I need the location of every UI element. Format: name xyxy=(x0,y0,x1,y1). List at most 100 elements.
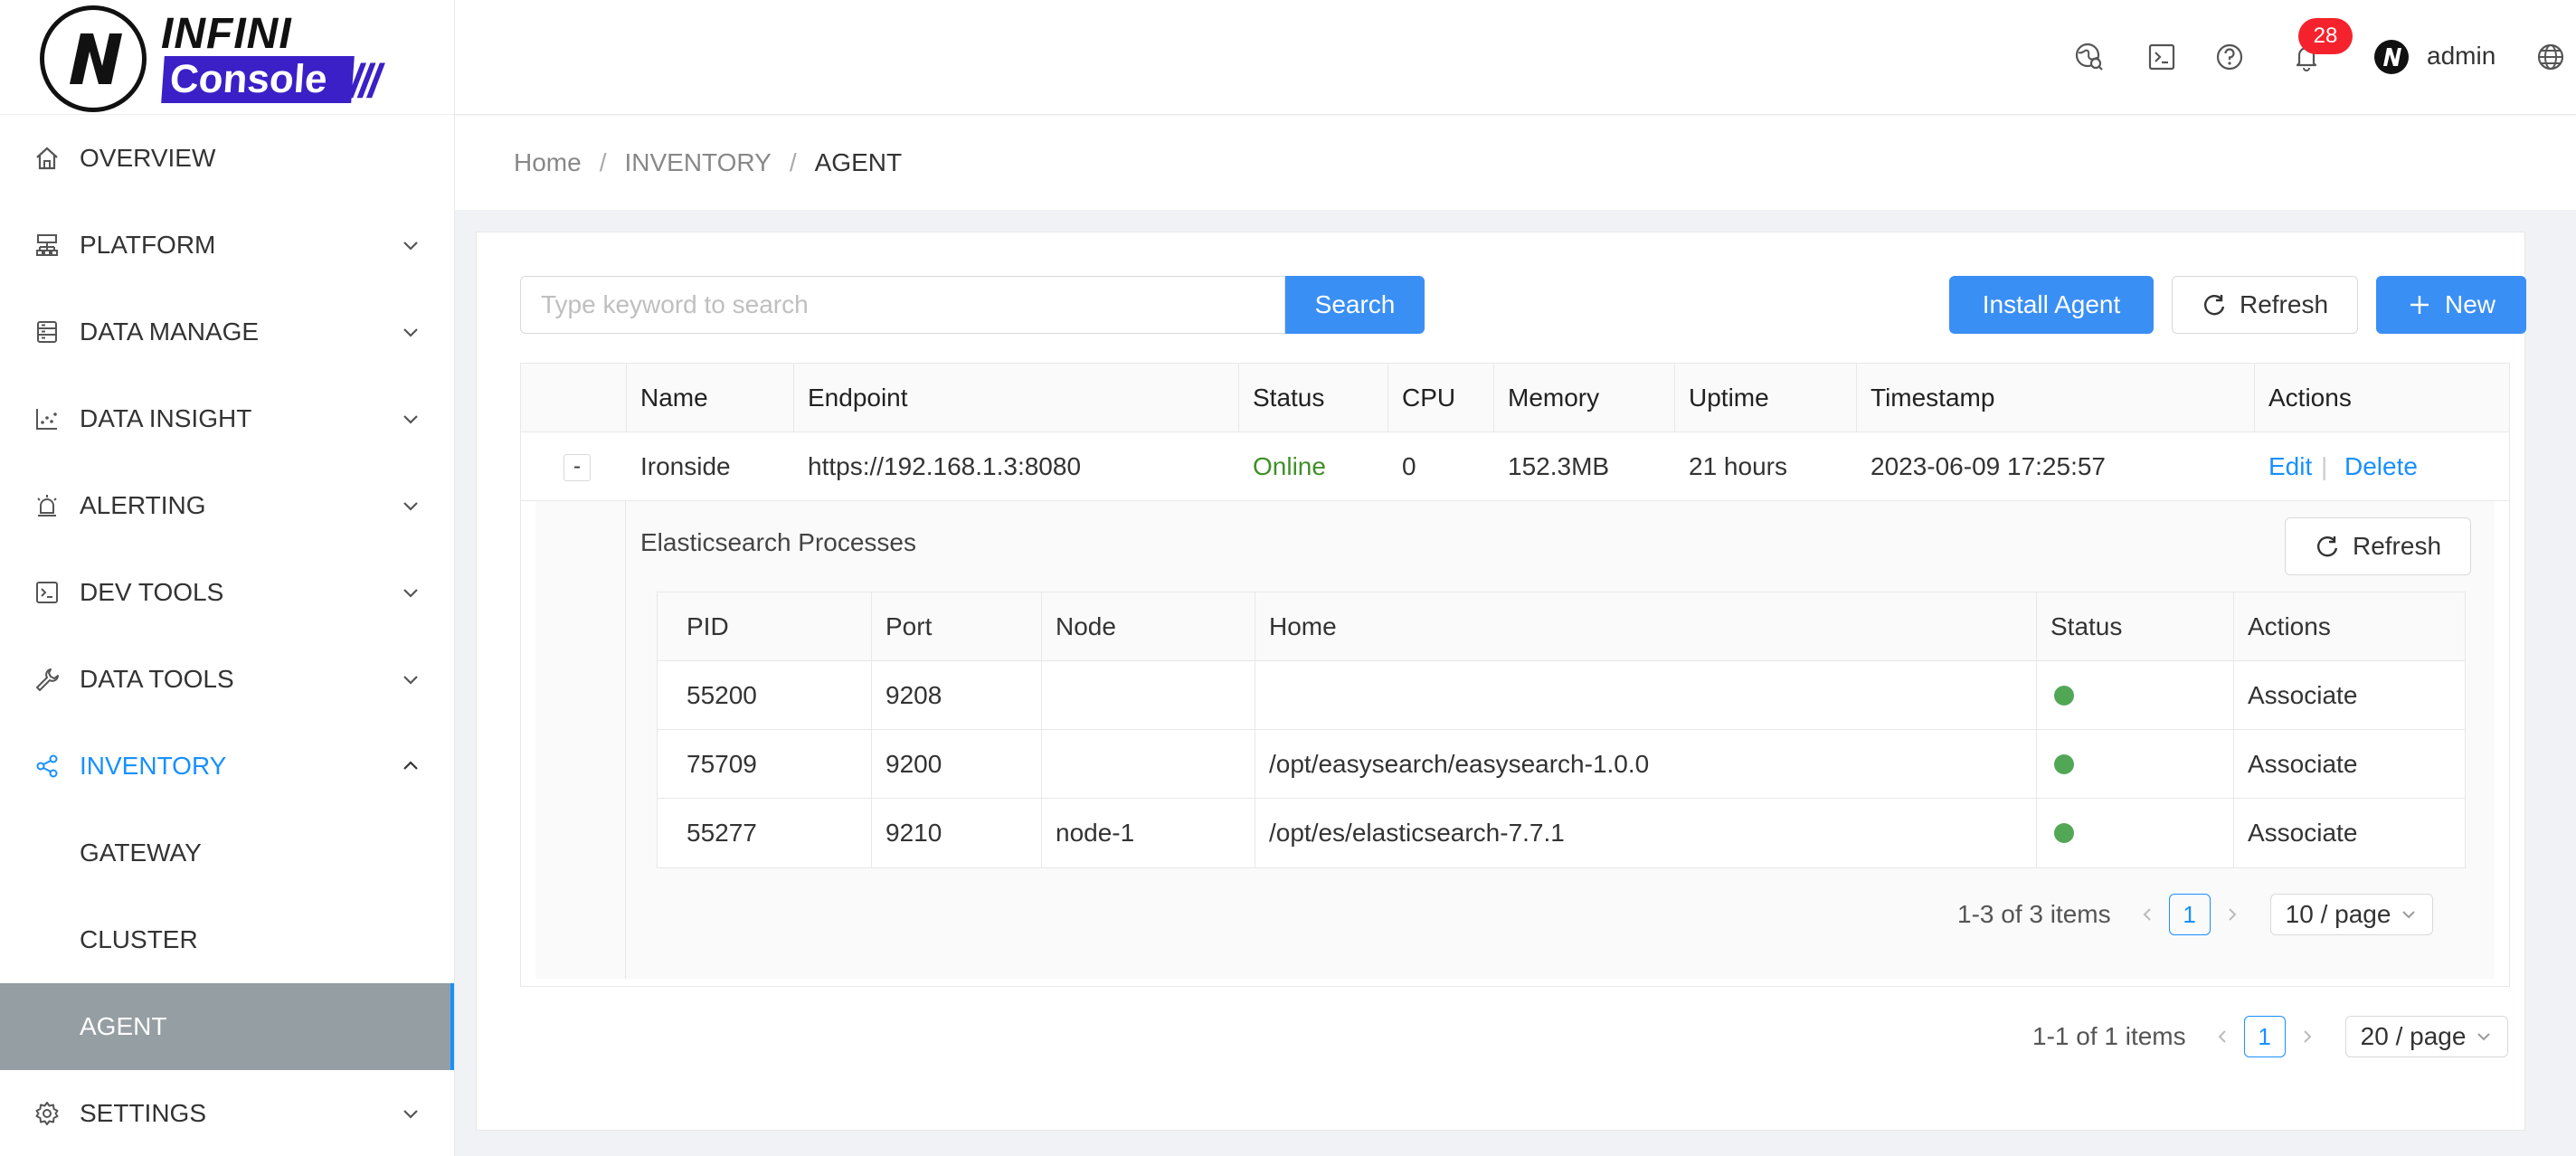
home-icon xyxy=(36,147,58,170)
sidebar-item-label: DATA TOOLS xyxy=(80,665,234,693)
col-actions: Actions xyxy=(2248,612,2331,640)
delete-link[interactable]: Delete xyxy=(2330,432,2418,501)
sidebar-item-data-manage[interactable]: DATA MANAGE xyxy=(0,289,454,375)
sidebar-item-label: SETTINGS xyxy=(80,1099,207,1127)
cell-home xyxy=(1255,661,1269,730)
terminal-icon xyxy=(36,582,58,603)
cell-node xyxy=(1041,730,1056,799)
col-uptime: Uptime xyxy=(1689,384,1769,412)
globe-search-icon[interactable] xyxy=(2074,42,2105,72)
chevron-right-icon[interactable] xyxy=(2298,1028,2316,1046)
language-globe-icon[interactable] xyxy=(2535,42,2566,72)
table-row: 55200 9208 Associate xyxy=(658,661,2465,730)
sidebar-item-platform[interactable]: PLATFORM xyxy=(0,202,454,289)
pagination-summary: 1-1 of 1 items xyxy=(2032,1022,2186,1050)
cell-cpu: 0 xyxy=(1402,452,1416,480)
sidebar-item-label: DATA INSIGHT xyxy=(80,404,252,432)
sidebar: INFINI Console /// OVERVIEW PLATFORM DAT… xyxy=(0,0,455,1156)
plus-icon xyxy=(2410,296,2429,314)
chevron-down-icon xyxy=(403,589,418,598)
breadcrumb-separator: / xyxy=(599,148,607,176)
col-node: Node xyxy=(1056,612,1116,640)
col-status: Status xyxy=(2050,612,2123,640)
col-home: Home xyxy=(1269,612,1337,640)
sidebar-item-alerting[interactable]: ALERTING xyxy=(0,462,454,549)
associate-link[interactable]: Associate xyxy=(2233,799,2357,867)
top-header: 28 admin xyxy=(455,0,2576,115)
cell-pid: 75709 xyxy=(687,750,757,778)
breadcrumb-home[interactable]: Home xyxy=(514,148,582,177)
associate-link[interactable]: Associate xyxy=(2233,661,2357,730)
alarm-icon xyxy=(37,495,57,516)
refresh-icon xyxy=(2316,536,2338,557)
cell-name: Ironside xyxy=(640,452,731,480)
chart-icon xyxy=(36,409,57,430)
wrench-icon xyxy=(36,668,59,691)
table-row: 55277 9210 node-1 /opt/es/elasticsearch-… xyxy=(658,799,2465,867)
cell-memory: 152.3MB xyxy=(1508,452,1610,480)
sidebar-item-label: OVERVIEW xyxy=(80,144,216,172)
sidebar-item-settings[interactable]: SETTINGS xyxy=(0,1070,454,1156)
search-input[interactable] xyxy=(520,276,1285,334)
table-row: 75709 9200 /opt/easysearch/easysearch-1.… xyxy=(658,730,2465,799)
chevron-left-icon[interactable] xyxy=(2213,1028,2231,1046)
pagination-summary: 1-3 of 3 items xyxy=(1957,900,2111,928)
page-size-select[interactable]: 20 / page xyxy=(2344,1016,2509,1057)
username[interactable]: admin xyxy=(2427,42,2496,71)
chevron-right-icon[interactable] xyxy=(2223,905,2241,924)
page-size-select[interactable]: 10 / page xyxy=(2269,894,2434,935)
page-number[interactable]: 1 xyxy=(2243,1016,2286,1057)
col-endpoint: Endpoint xyxy=(808,384,908,412)
page-size-value: 10 / page xyxy=(2285,900,2391,928)
expanded-row: Elasticsearch Processes Refresh PID Port… xyxy=(535,501,2495,979)
breadcrumb-separator: / xyxy=(789,148,797,176)
search-button[interactable]: Search xyxy=(1285,276,1425,334)
sidebar-item-overview[interactable]: OVERVIEW xyxy=(0,115,454,202)
cell-uptime: 21 hours xyxy=(1689,452,1787,480)
logo-slashes: /// xyxy=(349,55,381,108)
database-icon xyxy=(37,321,57,343)
cell-endpoint: https://192.168.1.3:8080 xyxy=(808,452,1082,480)
avatar[interactable] xyxy=(2372,38,2410,76)
gear-icon xyxy=(35,1102,59,1125)
sidebar-item-dev-tools[interactable]: DEV TOOLS xyxy=(0,549,454,636)
associate-link[interactable]: Associate xyxy=(2233,730,2357,799)
sidebar-item-inventory[interactable]: INVENTORY xyxy=(0,723,454,810)
refresh-button[interactable]: Refresh xyxy=(2172,276,2358,334)
chevron-down-icon xyxy=(403,242,418,251)
table-header: Name Endpoint Status CPU Memory Uptime T… xyxy=(521,364,2509,432)
processes-refresh-button[interactable]: Refresh xyxy=(2285,517,2471,575)
refresh-label: Refresh xyxy=(2239,290,2329,318)
install-agent-button[interactable]: Install Agent xyxy=(1949,276,2154,334)
sidebar-subitem-agent[interactable]: AGENT xyxy=(0,983,454,1070)
help-icon[interactable] xyxy=(2214,42,2245,72)
app-logo[interactable]: INFINI Console /// xyxy=(0,0,454,115)
cell-port: 9210 xyxy=(886,819,942,847)
sidebar-item-label: ALERTING xyxy=(80,491,206,519)
refresh-icon xyxy=(2203,295,2225,316)
notification-badge: 28 xyxy=(2298,18,2353,54)
new-button[interactable]: New xyxy=(2376,276,2526,334)
cell-pid: 55200 xyxy=(687,681,757,709)
sidebar-item-data-insight[interactable]: DATA INSIGHT xyxy=(0,375,454,462)
breadcrumb-current: AGENT xyxy=(814,148,903,176)
sidebar-menu: OVERVIEW PLATFORM DATA MANAGE DATA INSIG… xyxy=(0,115,454,1156)
terminal-icon[interactable] xyxy=(2146,42,2177,72)
edit-link[interactable]: Edit xyxy=(2254,432,2312,501)
processes-table: PID Port Node Home Status Actions 55200 … xyxy=(657,592,2466,868)
logo-text-infini: INFINI xyxy=(161,10,292,58)
chevron-left-icon[interactable] xyxy=(2138,905,2156,924)
chevron-down-icon xyxy=(403,676,418,685)
chevron-down-icon xyxy=(403,415,418,424)
sidebar-item-data-tools[interactable]: DATA TOOLS xyxy=(0,636,454,723)
chevron-down-icon xyxy=(2402,911,2416,919)
sidebar-subitem-cluster[interactable]: CLUSTER xyxy=(0,896,454,983)
collapse-row-button[interactable]: - xyxy=(564,454,591,481)
sidebar-item-label: PLATFORM xyxy=(80,231,216,259)
page-size-value: 20 / page xyxy=(2360,1022,2467,1050)
col-memory: Memory xyxy=(1508,384,1600,412)
breadcrumb-inventory[interactable]: INVENTORY xyxy=(624,148,771,177)
processes-pagination: 1-3 of 3 items 1 10 / page xyxy=(1957,894,2434,935)
page-number[interactable]: 1 xyxy=(2168,894,2211,935)
sidebar-subitem-gateway[interactable]: GATEWAY xyxy=(0,810,454,896)
